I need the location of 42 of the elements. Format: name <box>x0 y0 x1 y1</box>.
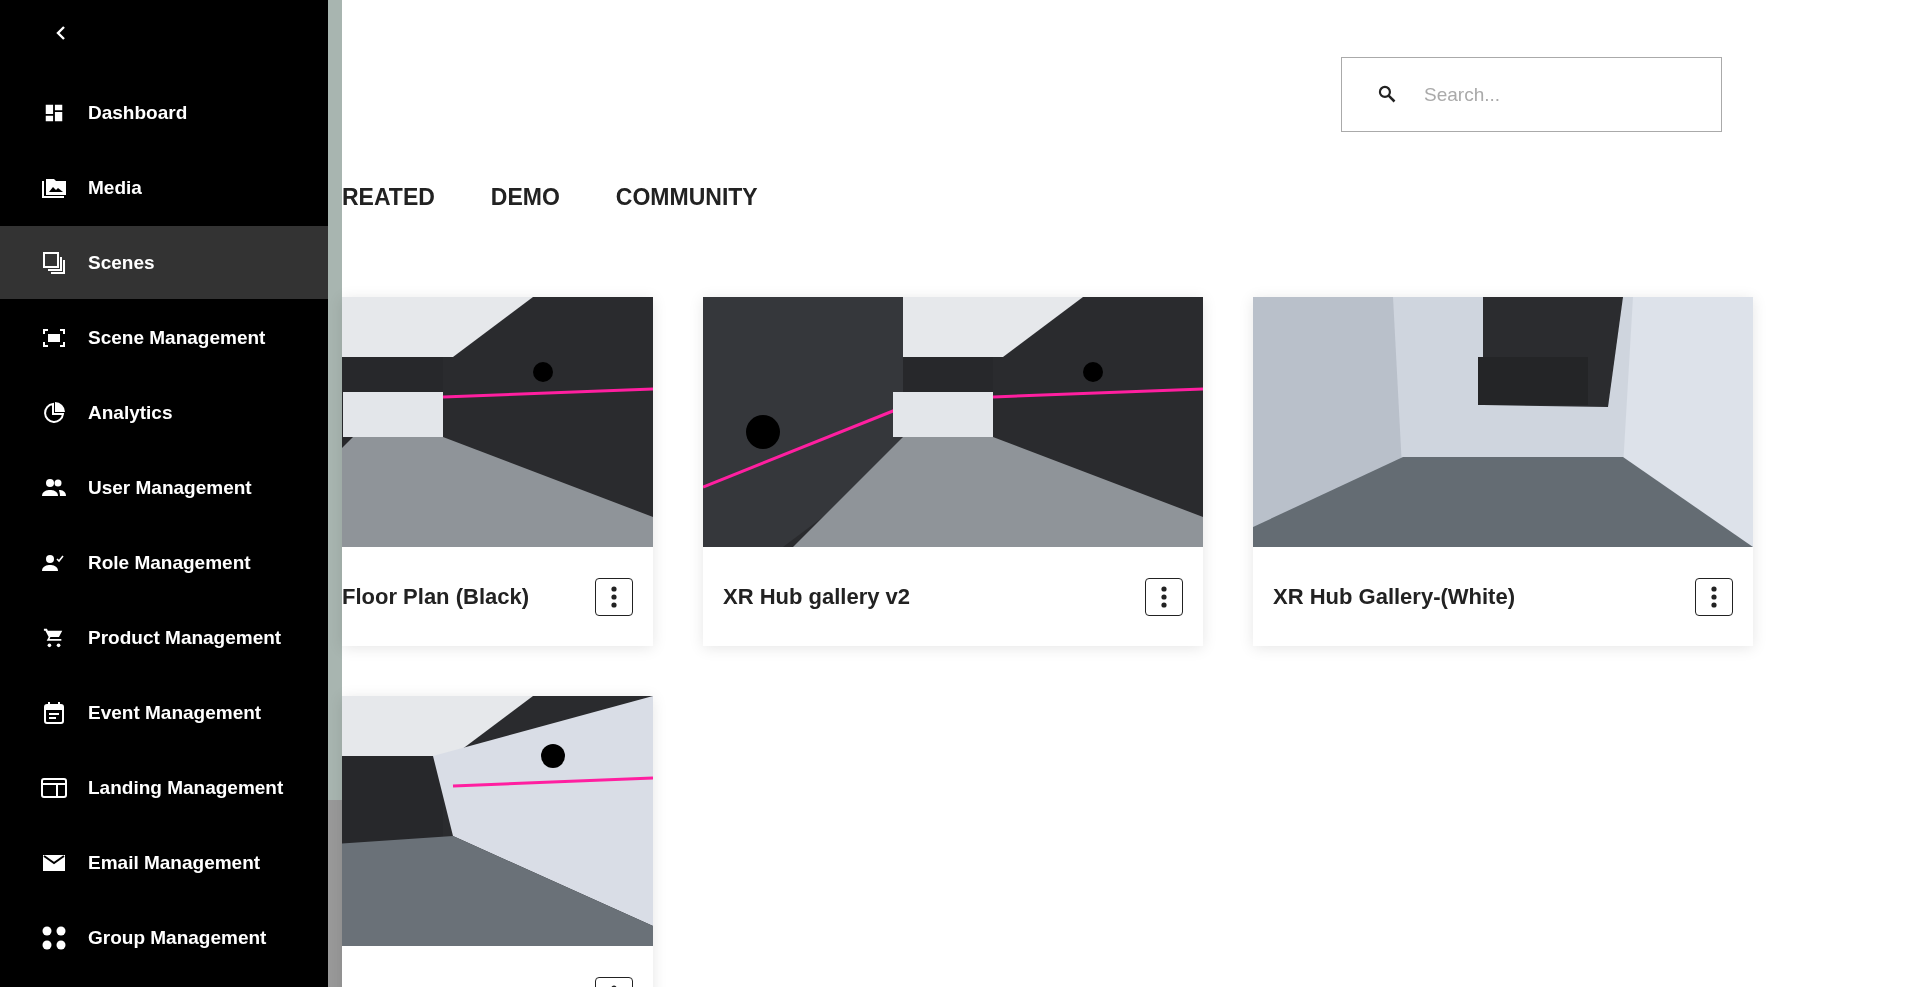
person-check-icon <box>42 553 66 572</box>
card-title: Floor Plan (Black) <box>342 583 530 610</box>
envelope-icon <box>43 853 65 872</box>
scene-card[interactable]: Floor Plan (Black) <box>342 297 653 646</box>
scene-card[interactable]: XR Hub Gallery-(White) <box>1253 297 1753 646</box>
sidebar-item[interactable]: Media <box>0 151 328 224</box>
sidebar-item[interactable]: Role Management <box>0 526 328 599</box>
tab[interactable]: COMMUNITY <box>615 180 758 215</box>
card-title: XR Hub gallery v2 <box>723 583 911 610</box>
search-field[interactable]: Search... <box>1341 57 1722 132</box>
more-button[interactable] <box>1695 577 1733 616</box>
kebab-icon <box>1711 585 1717 608</box>
frame-icon <box>43 328 65 347</box>
sidebar-item[interactable]: Scene Management <box>0 301 328 374</box>
cart-icon <box>43 626 65 649</box>
more-button[interactable] <box>595 577 633 616</box>
sidebar-item[interactable]: Landing Management <box>0 751 328 824</box>
scrollbar[interactable] <box>328 0 342 987</box>
chevron-left-icon <box>55 26 67 40</box>
kebab-icon <box>611 585 617 608</box>
sidebar-item[interactable]: User Management <box>0 451 328 524</box>
tab[interactable]: DEMO <box>490 180 560 215</box>
sidebar-item[interactable]: Group Management <box>0 901 328 974</box>
layout-icon <box>41 777 67 798</box>
sidebar-item[interactable]: Dashboard <box>0 76 328 149</box>
stacked-squares-icon <box>42 250 66 275</box>
pie-chart-icon <box>42 400 66 425</box>
calendar-icon <box>44 701 64 724</box>
sidebar-item[interactable]: Product Management <box>0 601 328 674</box>
sidebar-item[interactable]: Email Management <box>0 826 328 899</box>
scene-card[interactable]: XR Hub gallery v2 <box>703 297 1203 646</box>
kebab-icon <box>1161 585 1167 608</box>
people-icon <box>42 478 66 497</box>
sidebar-item[interactable]: Event Management <box>0 676 328 749</box>
more-button[interactable] <box>1145 577 1183 616</box>
search-icon <box>1377 84 1397 104</box>
sidebar-item[interactable]: Analytics <box>0 376 328 449</box>
photos-icon <box>41 176 67 199</box>
four-dots-icon <box>42 925 66 950</box>
card-title: XR Hub Gallery-(White) <box>1273 583 1515 610</box>
tab[interactable]: REATED <box>342 180 435 215</box>
sidebar-item[interactable]: Scenes <box>0 226 328 299</box>
